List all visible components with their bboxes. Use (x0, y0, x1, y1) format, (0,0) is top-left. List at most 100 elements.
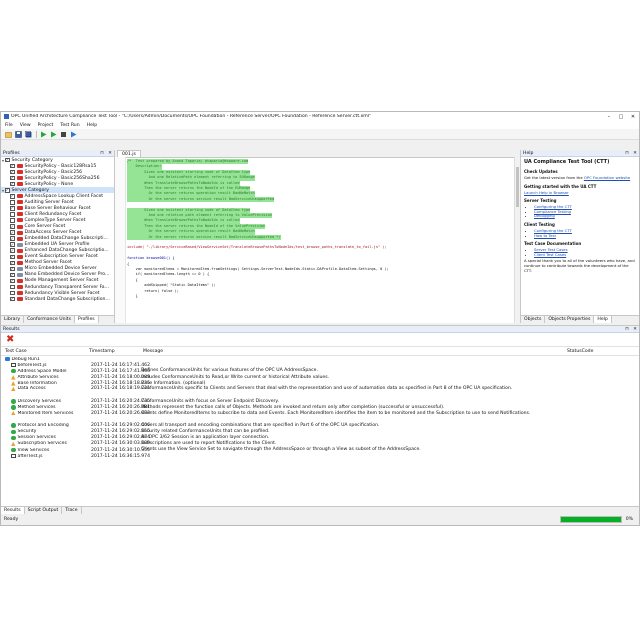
client-test-cases-link[interactable]: Client Test Cases (534, 252, 566, 257)
profile-checkbox[interactable]: ✓ (10, 248, 15, 253)
tab-results[interactable]: Results (1, 507, 25, 514)
tab-profiles[interactable]: Profiles (75, 316, 99, 323)
close-icon[interactable]: ✕ (106, 151, 114, 156)
run-selected-icon[interactable] (49, 130, 57, 138)
result-name: Protocol and Encoding (17, 423, 69, 429)
profiles-pane: Profiles ⊓ ✕ ▾ ✓ Security Category ✓ Securit… (1, 150, 115, 323)
editor-tab[interactable]: 001.js (117, 150, 141, 157)
result-row[interactable]: Address Space Model 2017-11-24 16:17:41.4… (1, 368, 639, 374)
profile-checkbox[interactable]: ✓ (10, 224, 15, 229)
profile-icon (16, 285, 23, 289)
profile-checkbox[interactable] (10, 212, 15, 217)
pin-icon[interactable]: ⊓ (623, 327, 631, 332)
save-all-icon[interactable] (24, 130, 32, 138)
code-area[interactable]: /* Test prepared by Anand Taparia; atapa… (115, 157, 514, 323)
stop-icon[interactable] (59, 130, 67, 138)
result-name: beforeTest.js (17, 362, 47, 368)
save-icon[interactable] (14, 130, 22, 138)
progress-bar (559, 516, 622, 523)
profile-label: Client Redundancy Facet (24, 211, 82, 217)
profile-checkbox[interactable]: ✓ (10, 182, 15, 187)
profile-checkbox[interactable] (10, 290, 15, 296)
result-timestamp: 2017-11-24 16:18:00.089 (91, 374, 151, 380)
profile-checkbox[interactable]: ✓ (5, 188, 10, 193)
menu-file[interactable]: File (5, 123, 13, 128)
profile-checkbox[interactable] (10, 284, 15, 290)
close-icon[interactable]: ✕ (631, 327, 639, 332)
tab-script-output[interactable]: Script Output (25, 507, 63, 514)
menu-test-run[interactable]: Test Run (60, 123, 79, 128)
tab-objects[interactable]: Objects (521, 316, 546, 323)
profile-checkbox[interactable]: ✓ (10, 273, 15, 278)
scrollbar-thumb[interactable] (516, 167, 519, 207)
pin-icon[interactable]: ⊓ (98, 151, 106, 156)
result-message: Covers all transport and encoding combin… (141, 422, 380, 428)
tab-objects-properties[interactable]: Objects Properties (545, 316, 595, 323)
open-icon[interactable] (4, 130, 12, 138)
menu-help[interactable]: Help (87, 123, 97, 128)
editor-scrollbar[interactable] (514, 157, 520, 323)
server-debugging-link[interactable]: Debugging (534, 213, 555, 219)
pin-icon[interactable]: ⊓ (623, 151, 631, 156)
profile-checkbox[interactable] (10, 200, 15, 205)
profile-checkbox[interactable]: ✓ (5, 158, 10, 163)
result-timestamp: 2017-11-24 16:36:15.974 (91, 453, 151, 459)
close-icon[interactable]: ✕ (631, 151, 639, 156)
profile-checkbox[interactable]: ✓ (10, 206, 15, 211)
clear-results-icon[interactable]: ✖ (6, 334, 14, 345)
profile-tree-item[interactable]: ✓ Standard DataChange Subscription... (1, 296, 114, 302)
profile-icon (16, 248, 23, 253)
run-icon[interactable] (39, 130, 47, 138)
profile-checkbox[interactable]: ✓ (10, 230, 15, 235)
minimize-button[interactable]: – (603, 114, 615, 120)
tab-trace[interactable]: Trace (62, 507, 82, 514)
profile-checkbox[interactable]: ✓ (10, 170, 15, 175)
profile-icon (16, 278, 23, 283)
result-row[interactable]: Attribute Services 2017-11-24 16:18:00.08… (1, 374, 639, 380)
client-how-to-link[interactable]: How to Test (534, 233, 556, 238)
profile-checkbox[interactable]: ✓ (10, 261, 15, 266)
profile-checkbox[interactable]: ✓ (10, 242, 15, 247)
result-name: Debug Run1 (11, 356, 40, 362)
profile-label: Nano Embedded Device Server Pro... (24, 272, 110, 278)
profile-icon (16, 194, 23, 199)
profile-checkbox[interactable]: ✓ (10, 267, 15, 272)
code-line: if( monitoredItems.length == 0 ) { (127, 272, 210, 277)
profile-checkbox[interactable]: ✓ (10, 297, 15, 302)
close-button[interactable]: ✕ (627, 114, 639, 120)
col-test-case[interactable]: Test Case (1, 349, 85, 354)
result-row[interactable]: Data Access 2017-11-24 16:18:19.221 Confor… (1, 386, 639, 398)
col-timestamp[interactable]: Timestamp (85, 349, 139, 354)
opc-foundation-link[interactable]: OPC Foundation website (584, 175, 630, 180)
profile-checkbox[interactable]: ✓ (10, 164, 15, 169)
debug-icon[interactable] (69, 130, 77, 138)
profiles-header: Profiles ⊓ ✕ (1, 150, 114, 157)
result-row[interactable]: Security 2017-11-24 16:29:02.455 Security … (1, 429, 639, 435)
profile-label: Standard DataChange Subscription... (24, 296, 110, 302)
profile-label: Embedded UA Server Profile (24, 242, 90, 248)
profiles-title: Profiles (3, 150, 20, 156)
menu-view[interactable]: View (20, 123, 31, 128)
profile-checkbox[interactable]: ✓ (10, 236, 15, 241)
col-message[interactable]: Message (139, 349, 563, 354)
result-row[interactable]: View Services 2017-11-24 16:30:10.355 Clie… (1, 447, 639, 453)
maximize-button[interactable]: □ (615, 114, 627, 120)
tab-help[interactable]: Help (594, 316, 612, 323)
profile-checkbox[interactable] (10, 218, 15, 223)
tab-library[interactable]: Library (1, 316, 25, 323)
profile-label: Node Management Server Facet (24, 278, 99, 284)
result-timestamp: 2017-11-24 16:29:02.406 (91, 423, 151, 429)
profile-checkbox[interactable]: ✓ (10, 176, 15, 181)
profile-checkbox[interactable]: ✓ (10, 254, 15, 260)
result-row[interactable]: afterTest.js 2017-11-24 16:36:15.974 (1, 453, 639, 459)
profile-checkbox[interactable]: ✓ (10, 194, 15, 199)
profile-checkbox[interactable]: ✓ (10, 279, 15, 284)
col-statuscode[interactable]: StatusCode (563, 349, 639, 354)
tab-conformance-units[interactable]: Conformance Units (24, 316, 75, 323)
result-row[interactable]: Protocol and Encoding 2017-11-24 16:29:02… (1, 423, 639, 429)
result-row[interactable]: Monitored Item Services 2017-11-24 16:20:… (1, 411, 639, 423)
menu-project[interactable]: Project (38, 123, 54, 128)
profile-label: ComplexType Server Facet (24, 217, 86, 223)
result-row[interactable]: Discovery Services 2017-11-24 16:20:24.73… (1, 398, 639, 404)
launch-help-link[interactable]: Launch Help in Browser (524, 190, 569, 195)
